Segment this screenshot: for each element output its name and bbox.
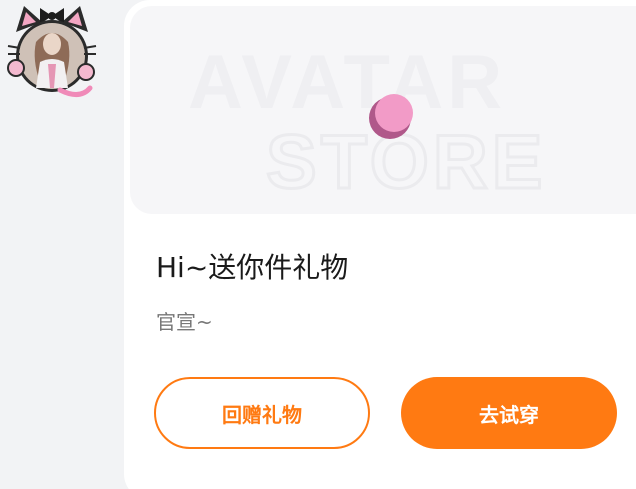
gift-message-card[interactable]: AVATAR STORE Hi~送你件礼物 官宣~ 回赠礼物 去试穿 [124,0,636,489]
gift-back-button[interactable]: 回赠礼物 [154,377,370,449]
banner-line1: AVATAR [188,40,506,125]
chat-page: AVATAR STORE Hi~送你件礼物 官宣~ 回赠礼物 去试穿 [0,0,636,489]
try-on-button[interactable]: 去试穿 [401,377,617,449]
banner-line2: STORE [266,120,546,205]
avatar-store-banner[interactable]: AVATAR STORE [130,6,636,214]
avatar[interactable] [2,2,102,102]
gift-message-title: Hi~送你件礼物 [156,251,349,284]
gift-message-subtitle: 官宣~ [156,310,213,334]
cat-ear-avatar-frame-icon [7,6,97,97]
